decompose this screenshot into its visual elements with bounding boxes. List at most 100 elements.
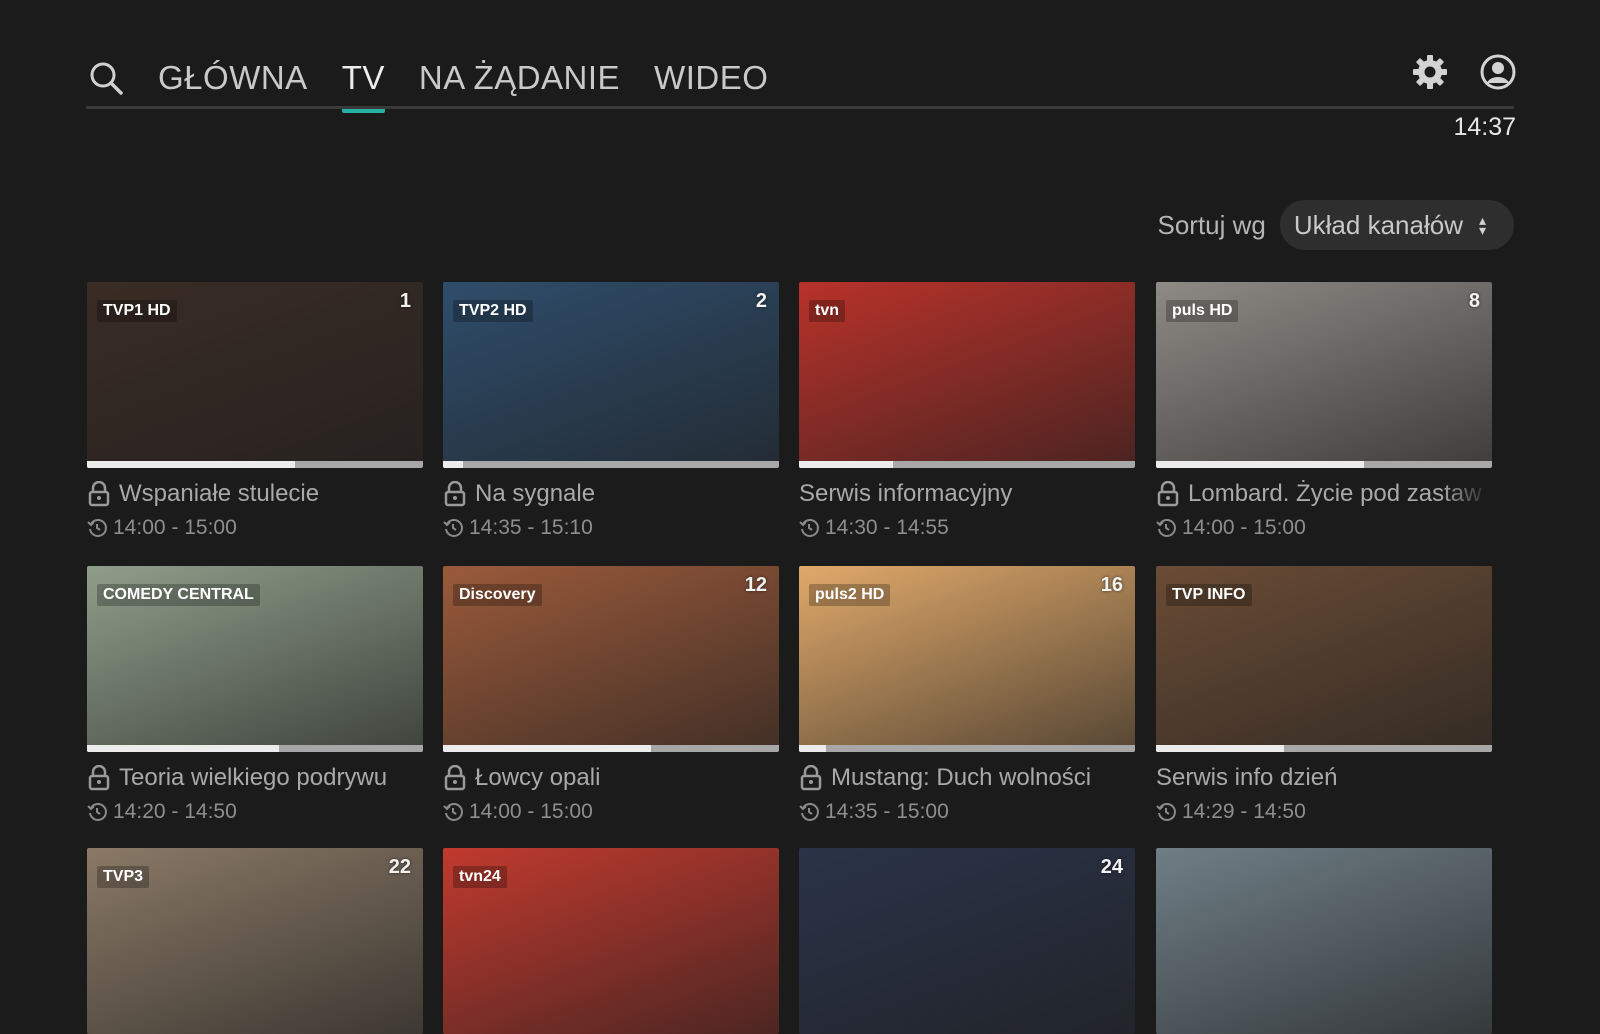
program-time-row: 14:00 - 15:00 (87, 516, 423, 540)
clock: 14:37 (1453, 113, 1516, 141)
program-time: 14:35 - 15:00 (825, 800, 949, 823)
channel-logo: tvn24 (453, 866, 507, 888)
channel-thumbnail[interactable]: TVP INFO (1156, 566, 1492, 752)
sort-select[interactable]: Układ kanałów ▴ ▾ (1279, 200, 1514, 250)
tab-wideo[interactable]: WIDEO (654, 48, 768, 108)
sort-label: Sortuj wg (1157, 209, 1266, 240)
channel-logo: Discovery (453, 584, 542, 606)
program-time: 14:20 - 14:50 (113, 800, 237, 823)
tab-tv[interactable]: TV (341, 48, 386, 113)
channel-logo: TVP3 (97, 866, 150, 888)
channel-card[interactable]: puls HD 8 Lombard. Życie pod zastaw 14:00 -… (1156, 282, 1492, 540)
program-time-row: 14:35 - 15:00 (799, 800, 1135, 824)
channel-card[interactable]: TVP1 HD 1 Wspaniałe stulecie 14:00 - 15:00 (87, 282, 423, 540)
channel-card[interactable]: 24 (799, 848, 1135, 1034)
lock-icon (88, 481, 110, 507)
lock-icon (1157, 481, 1179, 507)
replay-clock-icon (87, 803, 107, 821)
channel-logo: puls HD (1166, 300, 1239, 322)
gear-icon[interactable] (1410, 52, 1450, 92)
program-title-row: Serwis info dzień (1156, 764, 1492, 792)
channel-number: 1 (399, 290, 411, 312)
program-time: 14:00 - 15:00 (113, 516, 237, 539)
program-title: Serwis informacyjny (799, 480, 1013, 507)
channel-thumbnail[interactable]: COMEDY CENTRAL (87, 566, 423, 752)
replay-clock-icon (799, 803, 819, 821)
profile-icon[interactable] (1478, 52, 1518, 92)
program-time: 14:29 - 14:50 (1182, 800, 1306, 823)
channel-thumbnail[interactable]: puls HD 8 (1156, 282, 1492, 468)
program-time-row: 14:00 - 15:00 (443, 800, 779, 824)
channel-number: 12 (744, 574, 767, 596)
program-time: 14:00 - 15:00 (469, 800, 593, 823)
program-title: Wspaniałe stulecie (119, 480, 320, 507)
replay-clock-icon (1156, 519, 1176, 537)
program-time-row: 14:30 - 14:55 (799, 516, 1135, 540)
channel-logo: TVP2 HD (453, 300, 533, 322)
progress-bar (87, 745, 423, 752)
replay-clock-icon (1156, 803, 1176, 821)
channel-thumbnail[interactable]: 24 (799, 848, 1135, 1034)
program-title: Serwis info dzień (1156, 764, 1338, 791)
nav-divider (86, 106, 1514, 109)
channel-thumbnail[interactable] (1156, 848, 1492, 1034)
progress-fill (1156, 745, 1284, 752)
program-title: Na sygnale (475, 480, 596, 507)
channel-card[interactable]: tvn24 (443, 848, 779, 1034)
program-title: Lombard. Życie pod zastaw (1188, 480, 1482, 507)
progress-fill (87, 745, 279, 752)
replay-clock-icon (87, 519, 107, 537)
progress-fill (799, 461, 894, 468)
program-title-row: Łowcy opali (443, 764, 779, 792)
channel-thumbnail[interactable]: TVP1 HD 1 (87, 282, 423, 468)
channel-logo: COMEDY CENTRAL (97, 584, 260, 606)
program-time-row: 14:35 - 15:10 (443, 516, 779, 540)
program-time: 14:35 - 15:10 (469, 516, 593, 539)
lock-icon (88, 765, 110, 791)
progress-bar (799, 461, 1135, 468)
sort-control: Sortuj wg Układ kanałów ▴ ▾ (1157, 200, 1514, 250)
channel-logo: tvn (809, 300, 845, 322)
channel-card[interactable]: COMEDY CENTRAL Teoria wielkiego podrywu 14… (87, 566, 423, 824)
channel-thumbnail[interactable]: puls2 HD 16 (799, 566, 1135, 752)
lock-icon (444, 481, 466, 507)
progress-bar (443, 745, 779, 752)
progress-bar (87, 461, 423, 468)
program-title-row: Wspaniałe stulecie (87, 480, 423, 508)
program-title: Teoria wielkiego podrywu (119, 764, 388, 791)
channel-thumbnail[interactable]: Discovery 12 (443, 566, 779, 752)
replay-clock-icon (443, 803, 463, 821)
program-title-row: Serwis informacyjny (799, 480, 1135, 508)
channel-thumbnail[interactable]: tvn (799, 282, 1135, 468)
program-time-row: 14:29 - 14:50 (1156, 800, 1492, 824)
progress-bar (443, 461, 779, 468)
tab-na-zadanie[interactable]: NA ŻĄDANIE (419, 48, 620, 108)
sort-value: Układ kanałów (1293, 209, 1463, 240)
lock-icon (444, 765, 466, 791)
channel-thumbnail[interactable]: TVP3 22 (87, 848, 423, 1034)
channel-number: 22 (388, 856, 411, 878)
channel-card[interactable]: puls2 HD 16 Mustang: Duch wolności 14:35 - … (799, 566, 1135, 824)
channel-card[interactable]: TVP2 HD 2 Na sygnale 14:35 - 15:10 (443, 282, 779, 540)
tab-glowna[interactable]: GŁÓWNA (158, 48, 308, 108)
search-icon[interactable] (86, 58, 126, 98)
channel-thumbnail[interactable]: tvn24 (443, 848, 779, 1034)
program-time: 14:30 - 14:55 (825, 516, 949, 539)
progress-bar (1156, 461, 1492, 468)
sort-arrows-icon: ▴ ▾ (1478, 212, 1486, 238)
lock-icon (800, 765, 822, 791)
channel-logo: TVP1 HD (97, 300, 177, 322)
progress-fill (443, 461, 464, 468)
top-navigation: GŁÓWNA TV NA ŻĄDANIE WIDEO (86, 48, 802, 113)
channel-logo: TVP INFO (1166, 584, 1252, 606)
channel-card[interactable]: Discovery 12 Łowcy opali 14:00 - 15:00 (443, 566, 779, 824)
channel-card[interactable]: TVP3 22 (87, 848, 423, 1034)
channel-card[interactable]: TVP INFO Serwis info dzień 14:29 - 14:50 (1156, 566, 1492, 824)
channel-card[interactable]: tvn Serwis informacyjny 14:30 - 14:55 (799, 282, 1135, 540)
program-time-row: 14:20 - 14:50 (87, 800, 423, 824)
channel-thumbnail[interactable]: TVP2 HD 2 (443, 282, 779, 468)
program-title-row: Teoria wielkiego podrywu (87, 764, 423, 792)
channel-card[interactable] (1156, 848, 1492, 1034)
progress-bar (1156, 745, 1492, 752)
channel-logo: puls2 HD (809, 584, 891, 606)
